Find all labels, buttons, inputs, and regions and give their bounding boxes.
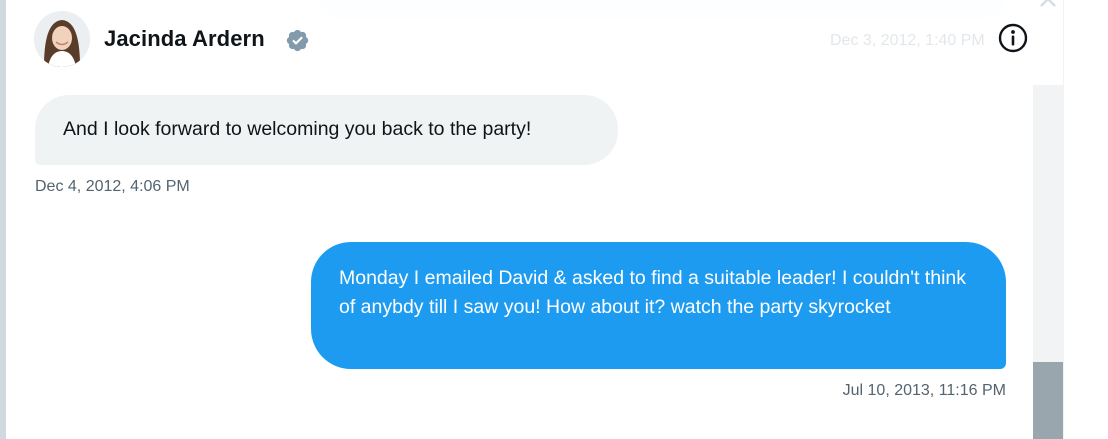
info-icon bbox=[998, 23, 1028, 53]
outgoing-message-text: Monday I emailed David & asked to find a… bbox=[339, 267, 966, 318]
right-panel-edge bbox=[1063, 0, 1108, 439]
avatar[interactable] bbox=[34, 11, 90, 67]
verified-badge-icon bbox=[286, 29, 309, 52]
previous-message-timestamp: Dec 3, 2012, 1:40 PM bbox=[830, 32, 985, 49]
incoming-message-text: And I look forward to welcoming you back… bbox=[63, 118, 532, 140]
outgoing-message-timestamp: Jul 10, 2013, 11:16 PM bbox=[842, 382, 1006, 399]
chevron-up-icon[interactable] bbox=[1038, 0, 1058, 14]
contact-name[interactable]: Jacinda Ardern bbox=[104, 26, 265, 52]
avatar-image bbox=[34, 11, 90, 67]
conversation-info-button[interactable] bbox=[997, 22, 1029, 54]
scrollbar-thumb[interactable] bbox=[1033, 362, 1063, 439]
incoming-message-timestamp: Dec 4, 2012, 4:06 PM bbox=[35, 178, 190, 195]
dm-conversation-view: Jacinda Ardern Dec 3, 2012, 1:40 PM And … bbox=[0, 0, 1108, 439]
